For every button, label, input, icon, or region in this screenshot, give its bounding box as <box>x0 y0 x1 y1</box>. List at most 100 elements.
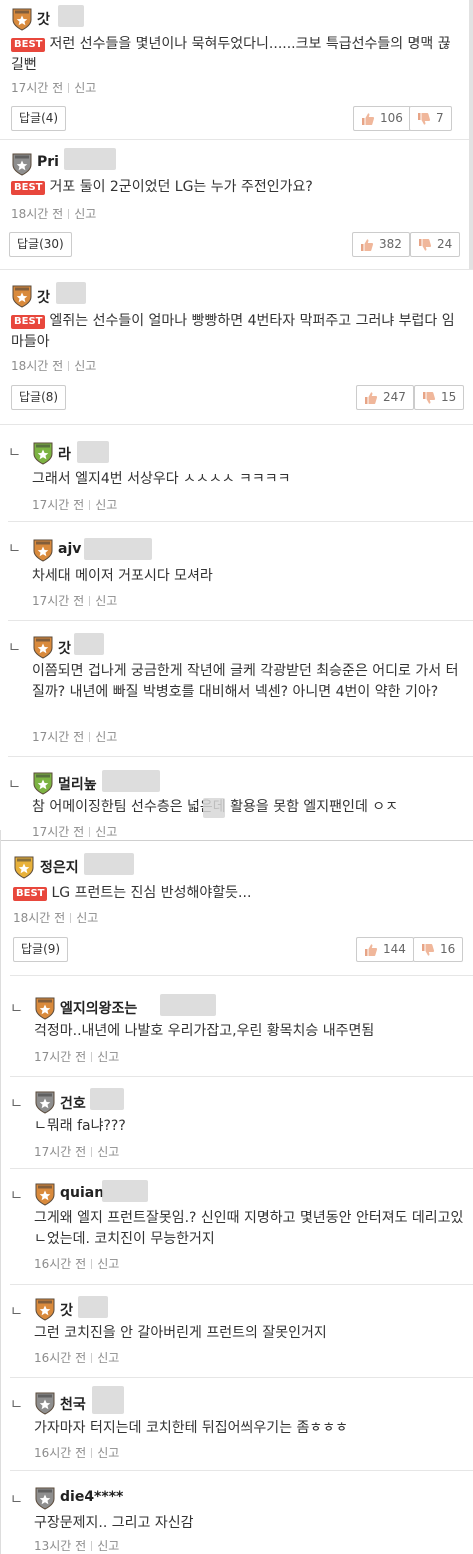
report-link[interactable]: 신고 <box>95 730 117 744</box>
thumbs-up-icon <box>361 112 375 126</box>
blurred-name <box>58 5 84 27</box>
reply-9: ㄴ 천국 가자마자 터지는데 코치한테 뒤집어씌우기는 좀ㅎㅎㅎ 16시간 전 신… <box>0 1378 473 1470</box>
gold-rank-badge-icon <box>13 855 35 879</box>
reply-arrow: ㄴ <box>8 541 21 557</box>
best-badge: BEST <box>13 887 48 901</box>
author-name[interactable]: 멀리높 <box>58 774 97 794</box>
author-name[interactable]: quian <box>60 1185 104 1201</box>
comment-text: 그게왜 엘지 프런트잘못임.? 신인때 지명하고 몇년동안 안터져도 데리고있ㄴ… <box>34 1210 464 1247</box>
author-name[interactable]: 갓 <box>58 638 71 658</box>
divider <box>91 1541 93 1551</box>
reply-button[interactable]: 답글(4) <box>11 106 67 131</box>
report-link[interactable]: 신고 <box>95 594 117 608</box>
author-name[interactable]: 갓 <box>60 1300 73 1320</box>
comment-1: 갓 BEST 저런 선수들을 몇년이나 묵혀두었다니......크보 특급선수들의… <box>0 0 473 138</box>
comment-meta: 16시간 전 신고 <box>34 1444 119 1461</box>
timestamp: 17시간 전 <box>32 498 85 512</box>
author-name[interactable]: 갓 <box>37 287 50 307</box>
comment-meta: 18시간 전 신고 <box>11 205 96 222</box>
author-name[interactable]: die4**** <box>60 1489 123 1505</box>
report-link[interactable]: 신고 <box>97 1446 119 1460</box>
timestamp: 17시간 전 <box>32 730 85 744</box>
downvote-button[interactable]: 15 <box>414 385 465 410</box>
report-link[interactable]: 신고 <box>97 1257 119 1271</box>
author-name[interactable]: ajv <box>58 541 81 557</box>
comment-meta: 16시간 전 신고 <box>34 1255 119 1272</box>
timestamp: 17시간 전 <box>34 1145 87 1159</box>
reply-2: ㄴ ajv 차세대 메이저 거포시다 모셔라 17시간 전 신고 <box>0 522 473 620</box>
author-name[interactable]: 엘지의왕조는 <box>60 998 137 1018</box>
comment-2: Pri BEST 거포 둘이 2군이었던 LG는 누가 주전인가요? 18시간 전… <box>0 140 473 268</box>
comment-text: 그런 코치진을 안 갈아버린게 프런트의 잘못인거지 <box>34 1325 327 1341</box>
upvote-button[interactable]: 144 <box>356 937 414 962</box>
reply-arrow: ㄴ <box>10 1096 23 1112</box>
reply-arrow: ㄴ <box>10 1304 23 1320</box>
comment-text: BEST LG 프런트는 진심 반성해야할듯... <box>13 883 453 904</box>
report-link[interactable]: 신고 <box>76 911 98 925</box>
comment-meta: 17시간 전 신고 <box>32 592 117 609</box>
green-rank-badge-icon <box>32 441 54 465</box>
comment-text: 그래서 엘지4번 서상우다 ㅅㅅㅅㅅ ㅋㅋㅋㅋ <box>32 471 291 487</box>
report-link[interactable]: 신고 <box>97 1050 119 1064</box>
orange-rank-badge-icon <box>11 284 33 308</box>
author-name[interactable]: 갓 <box>37 9 50 29</box>
author-name[interactable]: 건호 <box>60 1093 86 1113</box>
reply-8: ㄴ 갓 그런 코치진을 안 갈아버린게 프런트의 잘못인거지 16시간 전 신고 <box>0 1285 473 1377</box>
comment-meta: 17시간 전 신고 <box>34 1048 119 1065</box>
report-link[interactable]: 신고 <box>74 207 96 221</box>
divider <box>91 1052 93 1062</box>
thumbs-up-icon <box>364 391 378 405</box>
reply-button[interactable]: 답글(9) <box>13 937 69 962</box>
divider <box>91 1259 93 1269</box>
timestamp: 16시간 전 <box>34 1446 87 1460</box>
comment-text: BEST 엘쥐는 선수들이 얼마나 빵빵하면 4번타자 막퍼주고 그러냐 부럽다 … <box>11 313 455 350</box>
timestamp: 18시간 전 <box>13 911 66 925</box>
upvote-button[interactable]: 106 <box>353 106 411 131</box>
comment-meta: 17시간 전 신고 <box>34 1143 119 1160</box>
author-name[interactable]: 천국 <box>60 1394 86 1414</box>
divider <box>89 827 91 837</box>
reply-arrow: ㄴ <box>8 445 21 461</box>
blurred-name <box>56 282 86 304</box>
blurred-name <box>78 1296 108 1318</box>
upvote-button[interactable]: 382 <box>352 232 410 257</box>
author-name[interactable]: 정은지 <box>40 857 79 877</box>
comment-meta: 17시간 전 신고 <box>11 79 96 96</box>
upvote-button[interactable]: 247 <box>356 385 414 410</box>
report-link[interactable]: 신고 <box>74 359 96 373</box>
comment-meta: 17시간 전 신고 <box>32 728 117 745</box>
report-link[interactable]: 신고 <box>74 81 96 95</box>
downvote-button[interactable]: 24 <box>410 232 461 257</box>
reply-button[interactable]: 답글(30) <box>9 232 72 257</box>
report-link[interactable]: 신고 <box>95 825 117 839</box>
divider <box>89 500 91 510</box>
silver-rank-badge-icon <box>34 1391 56 1415</box>
divider <box>68 361 70 371</box>
reply-7: ㄴ quian 그게왜 엘지 프런트잘못임.? 신인때 지명하고 몇년동안 안터… <box>0 1169 473 1287</box>
comment-meta: 13시간 전 신고 <box>34 1537 119 1554</box>
report-link[interactable]: 신고 <box>97 1145 119 1159</box>
timestamp: 16시간 전 <box>34 1351 87 1365</box>
comment-text: BEST 저런 선수들을 몇년이나 묵혀두었다니......크보 특급선수들의 명… <box>11 36 451 73</box>
downvote-button[interactable]: 16 <box>413 937 464 962</box>
divider <box>68 83 70 93</box>
report-link[interactable]: 신고 <box>95 498 117 512</box>
divider <box>89 732 91 742</box>
silver-rank-badge-icon <box>34 1090 56 1114</box>
author-name[interactable]: Pri <box>37 154 59 170</box>
reply-arrow: ㄴ <box>8 777 21 793</box>
best-badge: BEST <box>11 315 46 329</box>
downvote-button[interactable]: 7 <box>409 106 452 131</box>
reply-3: ㄴ 갓 이쯤되면 겁나게 궁금한게 작년에 글케 각광받던 최승준은 어디로 가… <box>0 621 473 756</box>
reply-button[interactable]: 답글(8) <box>11 385 67 410</box>
report-link[interactable]: 신고 <box>97 1539 119 1553</box>
blurred-name <box>64 148 116 170</box>
comment-text: 차세대 메이저 거포시다 모셔라 <box>32 568 213 584</box>
author-name[interactable]: 라 <box>58 444 71 464</box>
timestamp: 16시간 전 <box>34 1257 87 1271</box>
thumbs-down-icon <box>422 391 436 405</box>
reply-4: ㄴ 멀리높 참 어메이징한팀 선수층은 넓은데 활용을 못함 엘지팬인데 ㅇㅈ … <box>0 757 473 839</box>
report-link[interactable]: 신고 <box>97 1351 119 1365</box>
blurred-name <box>102 770 160 792</box>
reply-1: ㄴ 라 그래서 엘지4번 서상우다 ㅅㅅㅅㅅ ㅋㅋㅋㅋ 17시간 전 신고 <box>0 425 473 520</box>
